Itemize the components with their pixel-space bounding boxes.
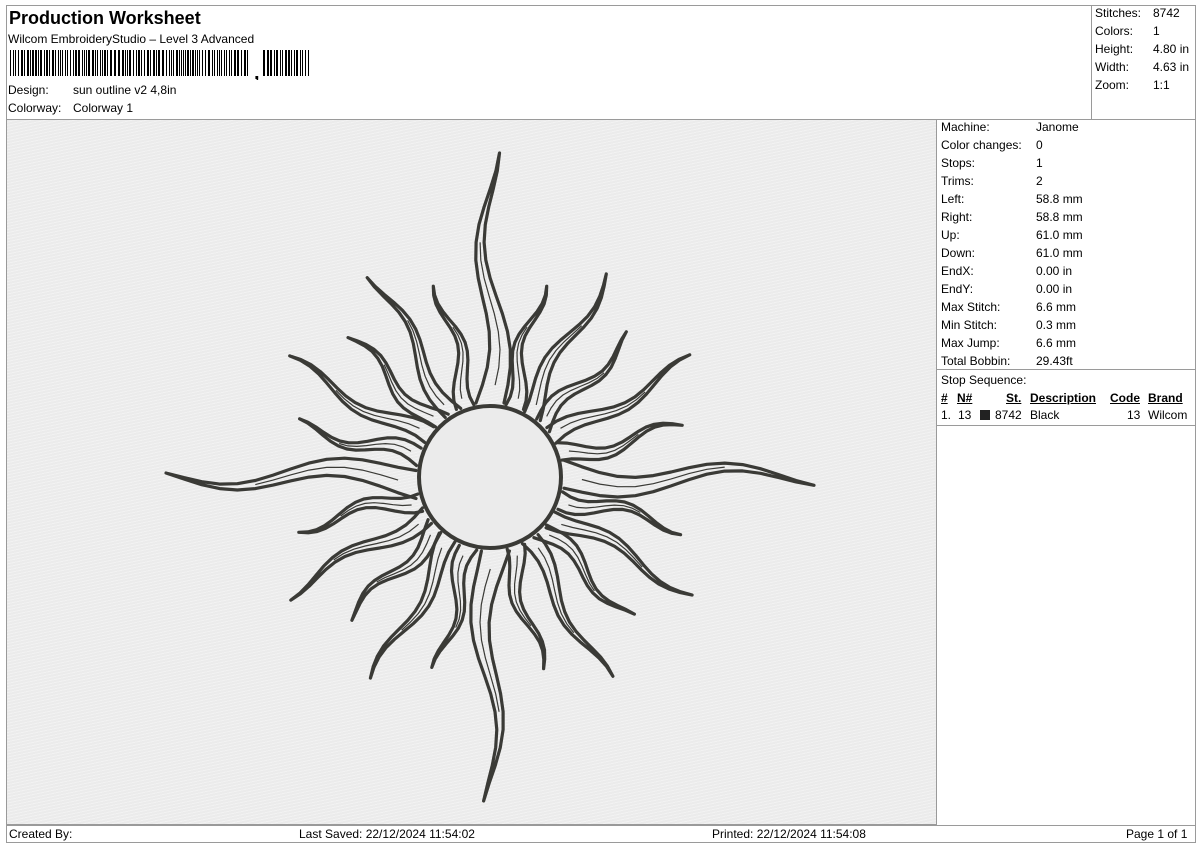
sun-ray-outline (365, 276, 463, 419)
stop-sequence-title: Stop Sequence: (941, 373, 1027, 387)
detail-up-label: Up: (941, 228, 960, 242)
detail-right-value: 58.8 mm (1036, 210, 1083, 224)
sun-ray-outline (523, 272, 608, 423)
footer-bar (6, 825, 1196, 843)
sun-ray-center-line (479, 242, 501, 386)
summary-width-value: 4.63 in (1153, 60, 1190, 74)
summary-height-label: Height: (1095, 42, 1134, 56)
page-title: Production Worksheet (9, 8, 201, 28)
summary-colors-label: Colors: (1095, 24, 1134, 38)
sun-ray-center-line (548, 534, 595, 592)
col-header-n: N# (957, 391, 973, 405)
sun-ray-outline (562, 458, 816, 499)
detail-stops-label: Stops: (941, 156, 976, 170)
col-header-num: # (941, 391, 948, 405)
row-code: 13 (1127, 408, 1141, 422)
software-name: Wilcom EmbroideryStudio – Level 3 Advanc… (8, 32, 255, 46)
footer-page-number: Page 1 of 1 (1126, 827, 1188, 841)
colorway-label: Colorway: (8, 101, 62, 115)
sun-ray-outline (520, 533, 615, 678)
summary-zoom-value: 1:1 (1153, 78, 1170, 92)
detail-machine-value: Janome (1036, 120, 1079, 134)
detail-endy-value: 0.00 in (1036, 282, 1073, 296)
footer-printed: Printed: 22/12/2024 11:54:08 (712, 827, 866, 841)
detail-max-stitch-value: 6.6 mm (1036, 300, 1077, 314)
summary-width-label: Width: (1095, 60, 1130, 74)
sun-ray-outline (474, 151, 512, 405)
detail-machine-label: Machine: (941, 120, 990, 134)
color-swatch (980, 408, 990, 422)
detail-trims-label: Trims: (941, 174, 974, 188)
detail-endx-label: EndX: (941, 264, 974, 278)
detail-endx-value: 0.00 in (1036, 264, 1073, 278)
design-value: sun outline v2 4,8in (73, 83, 177, 97)
detail-total-bobbin-label: Total Bobbin: (941, 354, 1011, 368)
row-brand: Wilcom (1148, 408, 1188, 422)
design-label: Design: (8, 83, 49, 97)
detail-left-label: Left: (941, 192, 965, 206)
detail-stops-value: 1 (1036, 156, 1043, 170)
detail-endy-label: EndY: (941, 282, 974, 296)
detail-min-stitch-label: Min Stitch: (941, 318, 998, 332)
sun-ray-outline (164, 456, 418, 501)
row-num: 1. (941, 408, 952, 422)
detail-color-changes-label: Color changes: (941, 138, 1022, 152)
row-stitches: 8742 (995, 408, 1022, 422)
detail-color-changes-value: 0 (1036, 138, 1043, 152)
svg-text:,: , (254, 62, 260, 80)
sun-ray-outline (289, 506, 433, 602)
col-header-code: Code (1110, 391, 1140, 405)
sun-embroidery-design (164, 151, 816, 803)
detail-max-jump-value: 6.6 mm (1036, 336, 1077, 350)
sun-ray-outline (504, 284, 549, 411)
summary-stitches-value: 8742 (1153, 6, 1180, 20)
detail-down-value: 61.0 mm (1036, 246, 1083, 260)
col-header-description: Description (1030, 391, 1097, 405)
barcode: , (10, 50, 309, 80)
row-description: Black (1030, 408, 1060, 422)
summary-colors-value: 1 (1153, 24, 1160, 38)
col-header-brand: Brand (1148, 391, 1183, 405)
col-header-st: St. (1006, 391, 1022, 405)
detail-right-label: Right: (941, 210, 973, 224)
footer-created-by: Created By: (9, 827, 73, 841)
detail-max-stitch-label: Max Stitch: (941, 300, 1001, 314)
detail-left-value: 58.8 mm (1036, 192, 1083, 206)
blank-panel (936, 425, 1196, 826)
row-n: 13 (958, 408, 972, 422)
detail-down-label: Down: (941, 246, 976, 260)
detail-max-jump-label: Max Jump: (941, 336, 1000, 350)
detail-total-bobbin-value: 29.43ft (1036, 354, 1073, 368)
detail-trims-value: 2 (1036, 174, 1043, 188)
design-preview (6, 119, 937, 825)
summary-zoom-label: Zoom: (1095, 78, 1130, 92)
summary-stitches-label: Stitches: (1095, 6, 1142, 20)
colorway-value: Colorway 1 (73, 101, 134, 115)
summary-height-value: 4.80 in (1153, 42, 1190, 56)
footer-last-saved: Last Saved: 22/12/2024 11:54:02 (299, 827, 475, 841)
detail-min-stitch-value: 0.3 mm (1036, 318, 1077, 332)
detail-up-value: 61.0 mm (1036, 228, 1083, 242)
